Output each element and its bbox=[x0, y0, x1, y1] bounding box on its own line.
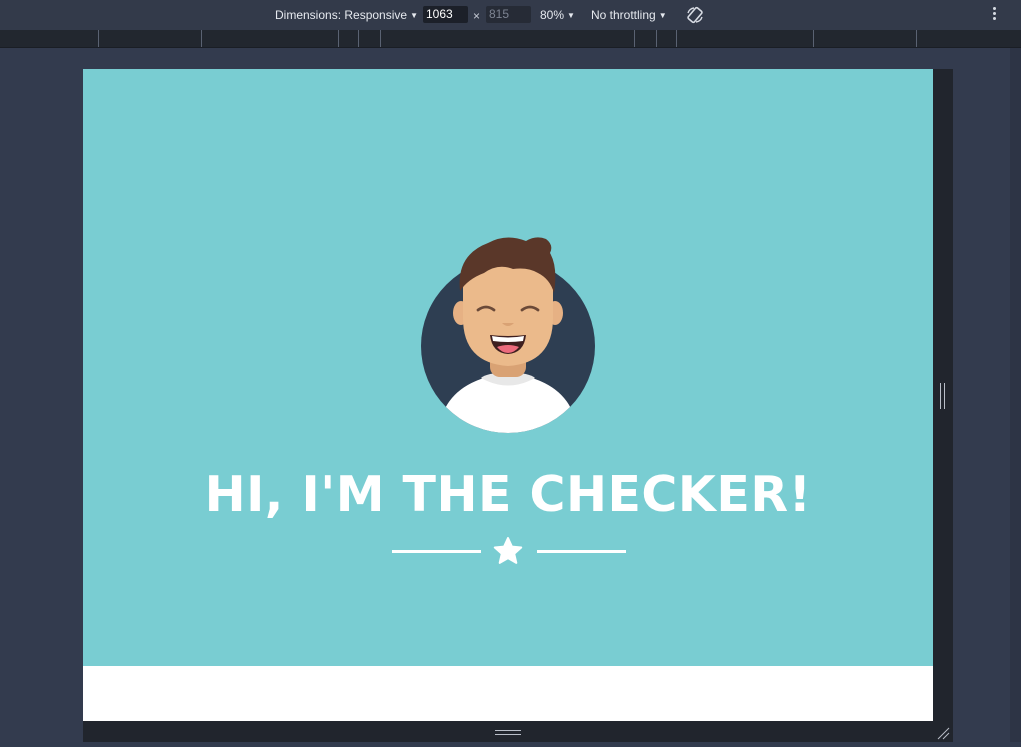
device-toolbar: Dimensions: Responsive ▼ 1063 × 815 80% ▼ … bbox=[0, 0, 1021, 31]
scrollbar-strip[interactable] bbox=[1010, 48, 1021, 742]
resize-corner-icon bbox=[937, 727, 950, 740]
page-viewport: HI, I'M THE CHECKER! bbox=[83, 69, 933, 721]
right-resize-handle[interactable] bbox=[933, 69, 953, 742]
ruler-segment[interactable] bbox=[338, 30, 339, 47]
throttling-dropdown[interactable]: No throttling ▼ bbox=[591, 0, 667, 30]
ruler-segment[interactable] bbox=[656, 30, 657, 47]
rotate-icon[interactable] bbox=[685, 5, 705, 25]
throttling-label: No throttling bbox=[591, 8, 656, 22]
divider-line-right bbox=[537, 550, 626, 553]
zoom-dropdown[interactable]: 80% ▼ bbox=[540, 0, 575, 30]
zoom-caret-icon: ▼ bbox=[567, 11, 575, 20]
times-sign: × bbox=[473, 9, 481, 23]
dimensions-dropdown[interactable]: Dimensions: Responsive ▼ bbox=[275, 0, 418, 30]
divider-line-left bbox=[392, 550, 481, 553]
corner-resize-handle[interactable] bbox=[933, 721, 953, 742]
ruler-segment[interactable] bbox=[634, 30, 635, 47]
dimensions-label: Dimensions: Responsive bbox=[275, 8, 408, 22]
width-input[interactable]: 1063 bbox=[423, 6, 468, 23]
avatar bbox=[421, 237, 595, 433]
ruler-segment[interactable] bbox=[916, 30, 917, 47]
ruler-segment[interactable] bbox=[676, 30, 677, 47]
horizontal-grip-icon bbox=[495, 730, 521, 736]
star-divider bbox=[390, 536, 626, 566]
dimensions-caret-icon: ▼ bbox=[410, 11, 418, 20]
hero-section: HI, I'M THE CHECKER! bbox=[83, 69, 933, 666]
page-title: HI, I'M THE CHECKER! bbox=[204, 466, 812, 523]
ruler-segment[interactable] bbox=[813, 30, 814, 47]
vertical-grip-icon bbox=[940, 383, 946, 409]
zoom-label: 80% bbox=[540, 8, 565, 22]
ruler-segment[interactable] bbox=[98, 30, 99, 47]
ruler-segment[interactable] bbox=[380, 30, 381, 47]
height-input[interactable]: 815 bbox=[486, 6, 531, 23]
throttling-caret-icon: ▼ bbox=[658, 11, 667, 20]
media-query-ruler bbox=[0, 30, 1021, 48]
bottom-resize-handle[interactable] bbox=[83, 721, 933, 742]
star-icon bbox=[493, 537, 523, 564]
ruler-segment[interactable] bbox=[201, 30, 202, 47]
more-options-icon[interactable] bbox=[987, 6, 1001, 24]
ruler-segment[interactable] bbox=[358, 30, 359, 47]
